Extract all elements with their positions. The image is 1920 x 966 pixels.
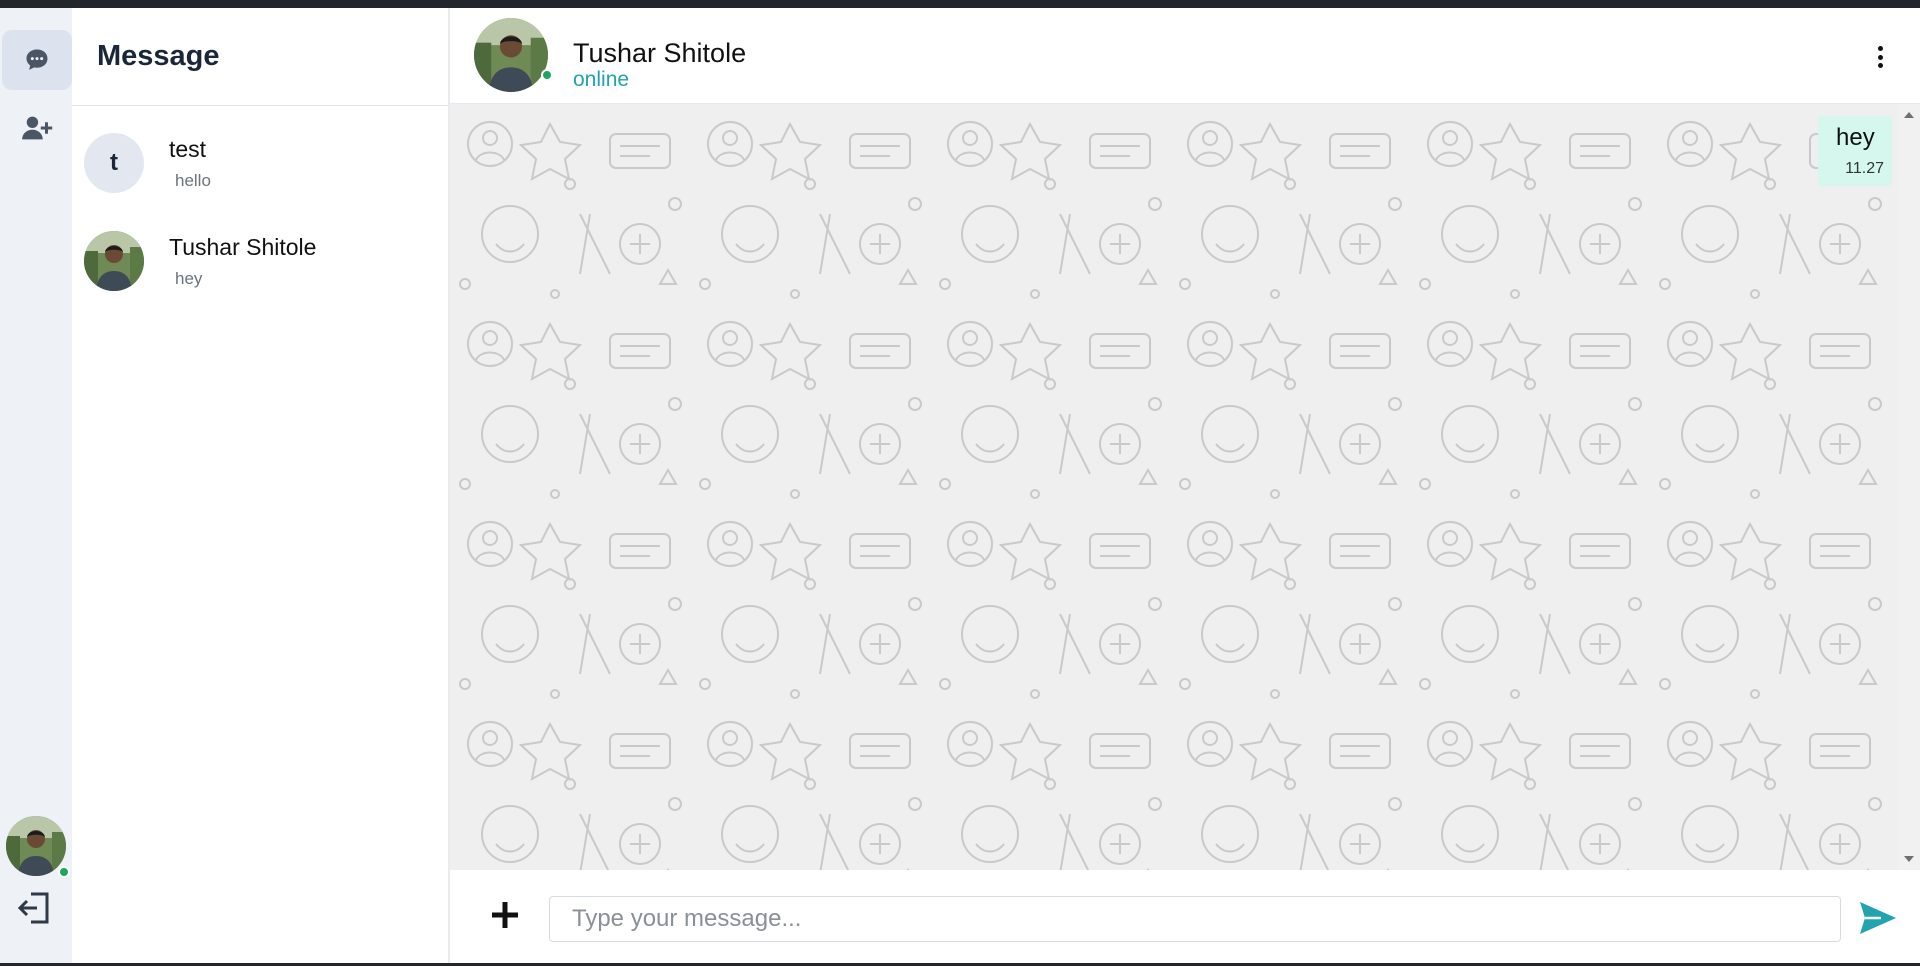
conversation-item-test[interactable]: t test hello xyxy=(84,121,444,205)
panel-title: Message xyxy=(97,40,220,72)
message-time: 11.27 xyxy=(1845,160,1884,177)
logout-icon xyxy=(17,892,49,924)
nav-rail xyxy=(0,8,72,963)
kebab-menu-icon[interactable] xyxy=(1870,42,1890,72)
contact-online-dot xyxy=(541,69,553,81)
outgoing-message-bubble[interactable]: hey 11.27 xyxy=(1818,116,1892,186)
panel-header: Message xyxy=(72,8,448,106)
avatar xyxy=(84,231,144,291)
conversation-item-tushar-shitole[interactable]: Tushar Shitole hey xyxy=(84,219,444,303)
send-button[interactable] xyxy=(1854,894,1902,942)
chat-header: Tushar Shitole online xyxy=(450,8,1920,104)
avatar: t xyxy=(84,133,144,193)
conversation-name: Tushar Shitole xyxy=(169,233,317,260)
logout-button[interactable] xyxy=(0,878,70,938)
attach-button[interactable] xyxy=(488,898,522,932)
contact-avatar[interactable] xyxy=(474,18,548,92)
avatar-letter: t xyxy=(110,149,118,176)
chat-bubble-icon xyxy=(26,49,48,70)
plus-icon xyxy=(492,902,518,928)
message-composer xyxy=(450,870,1920,963)
window-top-bar xyxy=(0,0,1920,8)
message-scrollbar[interactable] xyxy=(1898,104,1920,870)
current-user-avatar[interactable] xyxy=(6,816,66,876)
contact-name: Tushar Shitole xyxy=(573,38,747,68)
message-input[interactable] xyxy=(549,896,1841,942)
contact-status: online xyxy=(573,68,630,91)
add-contact-nav-button[interactable] xyxy=(2,98,72,158)
send-icon xyxy=(1860,902,1896,934)
conversation-last-message: hello xyxy=(175,170,211,190)
online-status-dot xyxy=(58,866,70,878)
doodle-wallpaper-icon xyxy=(450,104,1898,870)
message-text: hey xyxy=(1836,124,1875,151)
conversation-name: test xyxy=(169,135,207,162)
conversation-last-message: hey xyxy=(175,268,203,288)
message-area: hey 11.27 xyxy=(450,104,1898,870)
chats-nav-button[interactable] xyxy=(2,30,72,90)
user-plus-icon xyxy=(22,116,53,140)
conversation-panel: Message t test hello Tushar Shitole hey xyxy=(72,8,450,963)
